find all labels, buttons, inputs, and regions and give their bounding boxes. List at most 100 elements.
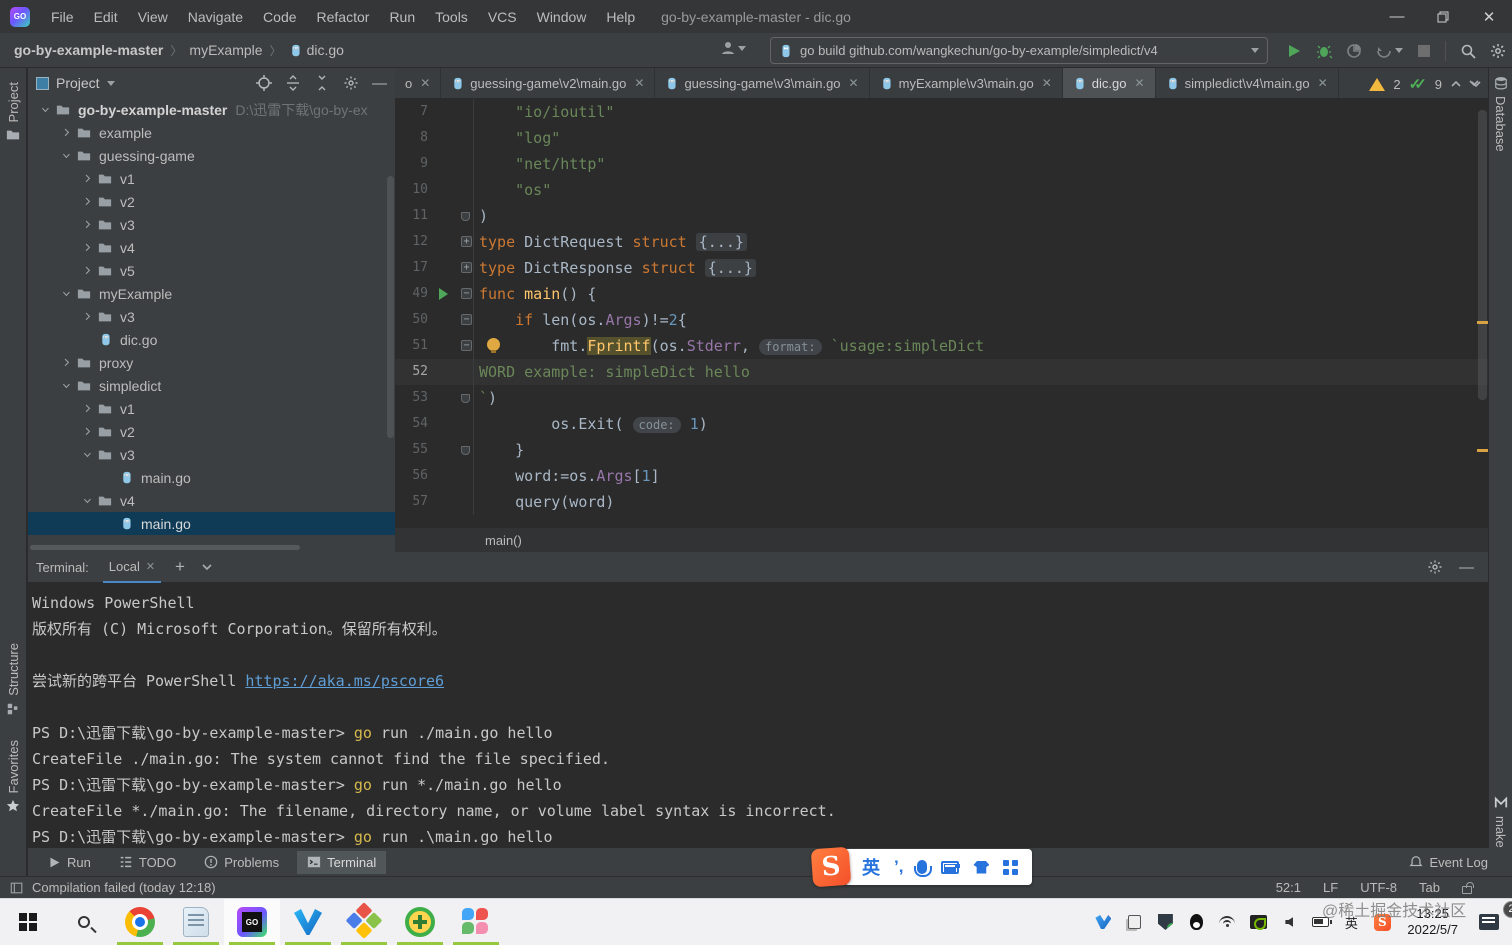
hide-panel-icon[interactable]: — (372, 75, 387, 92)
tab-close-icon[interactable]: ✕ (1135, 76, 1145, 90)
chevron-down-icon[interactable] (59, 150, 75, 162)
tree-item-v5[interactable]: v5 (28, 259, 395, 282)
taskbar-blue-v-app-icon[interactable] (280, 899, 336, 945)
input-method-toolbar[interactable]: S 英 ’, (810, 846, 1033, 888)
code-editor[interactable]: 7 "io/ioutil" 8 "log" 9 "net/http" 10 "os" 1… (395, 99, 1488, 528)
menu-edit[interactable]: Edit (85, 5, 127, 29)
terminal-tab-close-icon[interactable]: ✕ (146, 560, 155, 573)
status-message[interactable]: Compilation failed (today 12:18) (32, 880, 216, 895)
favorites-tool-button[interactable]: Favorites (0, 740, 26, 813)
tree-item-v2[interactable]: v2 (28, 190, 395, 213)
tree-item-dic-go[interactable]: dic.go (28, 328, 395, 351)
project-view-select[interactable]: Project (36, 75, 115, 91)
toolbox-grid-icon[interactable] (1003, 859, 1019, 875)
tray-nvidia-icon[interactable] (1249, 913, 1267, 931)
caret-position[interactable]: 52:1 (1276, 880, 1301, 895)
chevron-right-icon[interactable] (59, 357, 75, 369)
tab-close-icon[interactable]: ✕ (420, 76, 430, 90)
expand-all-icon[interactable] (285, 75, 301, 91)
tree-item-v3[interactable]: v3 (28, 305, 395, 328)
fold-marker-icon[interactable]: − (461, 288, 472, 299)
editor-tab-guessing-game-v3-main-go[interactable]: guessing-game\v3\main.go ✕ (655, 68, 870, 98)
terminal-token[interactable]: https://aka.ms/pscore6 (245, 672, 444, 690)
microphone-icon[interactable] (914, 860, 933, 877)
tool-window-toggle-icon[interactable] (10, 881, 24, 895)
chevron-down-icon[interactable] (38, 104, 54, 116)
user-account-icon[interactable] (720, 40, 746, 56)
database-tool-button[interactable]: Database (1489, 76, 1512, 152)
menu-help[interactable]: Help (597, 5, 644, 29)
fold-marker-icon[interactable]: − (461, 340, 472, 351)
tray-clipboard-icon[interactable] (1125, 913, 1143, 931)
fold-marker-icon[interactable]: − (461, 314, 472, 325)
tree-item-v4[interactable]: v4 (28, 489, 395, 512)
run-configuration-select[interactable]: go build github.com/wangkechun/go-by-exa… (770, 37, 1268, 64)
chevron-down-icon[interactable] (80, 449, 96, 461)
ime-language-toggle[interactable]: 英 (862, 854, 880, 880)
chevron-right-icon[interactable] (80, 242, 96, 254)
taskbar-chrome-icon[interactable] (112, 899, 168, 945)
fold-marker-icon[interactable]: + (461, 262, 472, 273)
project-tool-button[interactable]: Project (0, 82, 26, 142)
close-button[interactable]: ✕ (1466, 0, 1512, 33)
make-tool-button[interactable]: make (1489, 796, 1512, 848)
tree-item-go-by-example-master[interactable]: go-by-example-master D:\迅雷下载\go-by-ex (28, 98, 395, 121)
line-ending[interactable]: LF (1323, 880, 1338, 895)
editor-warning-mark[interactable] (1477, 321, 1488, 324)
structure-tool-button[interactable]: Structure (0, 643, 26, 716)
debug-button[interactable] (1316, 43, 1332, 59)
minimize-button[interactable]: — (1374, 0, 1420, 33)
editor-tab-dic-go[interactable]: dic.go ✕ (1062, 68, 1156, 98)
panel-settings-gear-icon[interactable] (343, 75, 359, 91)
tray-qq-icon[interactable] (1187, 913, 1205, 931)
breadcrumb-item[interactable]: go-by-example-master (14, 42, 163, 58)
menu-tools[interactable]: Tools (426, 5, 477, 29)
file-encoding[interactable]: UTF-8 (1360, 880, 1397, 895)
run-line-icon[interactable] (439, 288, 448, 300)
settings-gear-icon[interactable] (1490, 43, 1506, 59)
skin-icon[interactable] (973, 860, 990, 874)
hide-terminal-icon[interactable]: — (1459, 559, 1474, 576)
ime-punctuation-toggle[interactable]: ’, (894, 857, 903, 877)
chevron-right-icon[interactable] (80, 219, 96, 231)
taskbar-360-safeguard-icon[interactable] (392, 899, 448, 945)
collapse-all-icon[interactable] (314, 75, 330, 91)
project-horizontal-scrollbar[interactable] (30, 545, 300, 550)
tree-item-v1[interactable]: v1 (28, 167, 395, 190)
sogou-logo-icon[interactable]: S (810, 846, 852, 888)
taskbar-goland-icon[interactable]: GO (224, 898, 280, 945)
prev-problem-icon[interactable] (1450, 78, 1462, 90)
taskbar-notepad-icon[interactable] (168, 899, 224, 945)
indent-style[interactable]: Tab (1419, 880, 1440, 895)
editor-tab-guessing-game-v2-main-go[interactable]: guessing-game\v2\main.go ✕ (441, 68, 656, 98)
search-everywhere-icon[interactable] (1460, 43, 1476, 59)
fold-marker-icon[interactable]: + (461, 236, 472, 247)
restore-button[interactable] (1420, 0, 1466, 33)
chevron-down-icon[interactable] (80, 495, 96, 507)
chevron-right-icon[interactable] (59, 127, 75, 139)
taskbar-diamond-app-icon[interactable] (336, 899, 392, 945)
taskbar-search-icon[interactable] (56, 899, 112, 945)
chevron-right-icon[interactable] (80, 265, 96, 277)
read-only-lock-icon[interactable] (1462, 881, 1474, 894)
project-vertical-scrollbar[interactable] (387, 176, 394, 438)
editor-tab-o[interactable]: o ✕ (395, 68, 442, 98)
menu-view[interactable]: View (129, 5, 177, 29)
tray-thunder-icon[interactable] (1094, 913, 1112, 931)
menu-refactor[interactable]: Refactor (308, 5, 379, 29)
tree-item-guessing-game[interactable]: guessing-game (28, 144, 395, 167)
chevron-right-icon[interactable] (80, 196, 96, 208)
menu-file[interactable]: File (42, 5, 83, 29)
fold-marker-icon[interactable] (461, 446, 470, 455)
breadcrumb-item[interactable]: dic.go (289, 42, 344, 58)
menu-navigate[interactable]: Navigate (179, 5, 252, 29)
profiler-button[interactable] (1346, 43, 1362, 59)
tree-item-v2[interactable]: v2 (28, 420, 395, 443)
tree-item-v3[interactable]: v3 (28, 443, 395, 466)
tray-defender-icon[interactable] (1156, 913, 1174, 931)
tool-window-button-todo[interactable]: TODO (109, 851, 186, 874)
tree-item-simpledict[interactable]: simpledict (28, 374, 395, 397)
tab-close-icon[interactable]: ✕ (1318, 76, 1328, 90)
tree-item-v4[interactable]: v4 (28, 236, 395, 259)
locate-file-icon[interactable] (256, 75, 272, 91)
